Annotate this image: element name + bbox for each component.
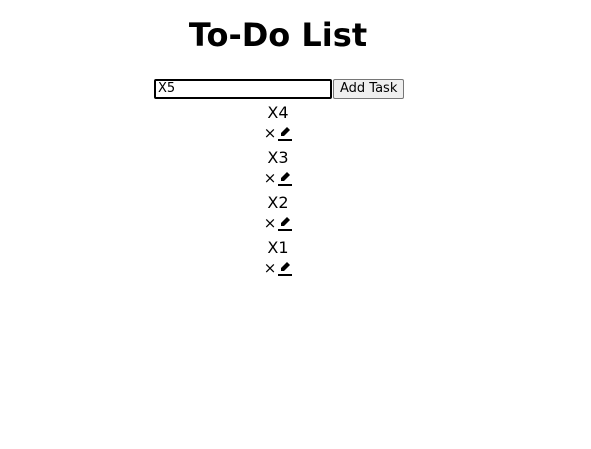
page-title: To-Do List	[188, 16, 368, 54]
close-icon[interactable]: ×	[264, 125, 277, 141]
task-list: X4 × X3 × X2 × X1 ×	[0, 103, 556, 283]
task-input[interactable]	[154, 79, 332, 99]
task-item: X4 ×	[0, 103, 556, 148]
task-item: X3 ×	[0, 148, 556, 193]
pencil-icon[interactable]	[278, 215, 293, 231]
task-actions: ×	[0, 123, 556, 143]
pencil-icon[interactable]	[278, 170, 293, 186]
close-icon[interactable]: ×	[264, 260, 277, 276]
close-icon[interactable]: ×	[264, 170, 277, 186]
task-text: X2	[267, 193, 289, 212]
close-icon[interactable]: ×	[264, 215, 277, 231]
task-text: X3	[267, 148, 289, 167]
pencil-icon[interactable]	[278, 125, 293, 141]
task-text: X4	[267, 103, 289, 122]
task-text: X1	[267, 238, 289, 257]
pencil-icon[interactable]	[278, 260, 293, 276]
add-task-button[interactable]: Add Task	[333, 79, 405, 99]
task-item: X1 ×	[0, 238, 556, 283]
task-actions: ×	[0, 213, 556, 233]
task-actions: ×	[0, 258, 556, 278]
add-task-form: Add Task	[154, 79, 405, 99]
task-item: X2 ×	[0, 193, 556, 238]
task-actions: ×	[0, 168, 556, 188]
